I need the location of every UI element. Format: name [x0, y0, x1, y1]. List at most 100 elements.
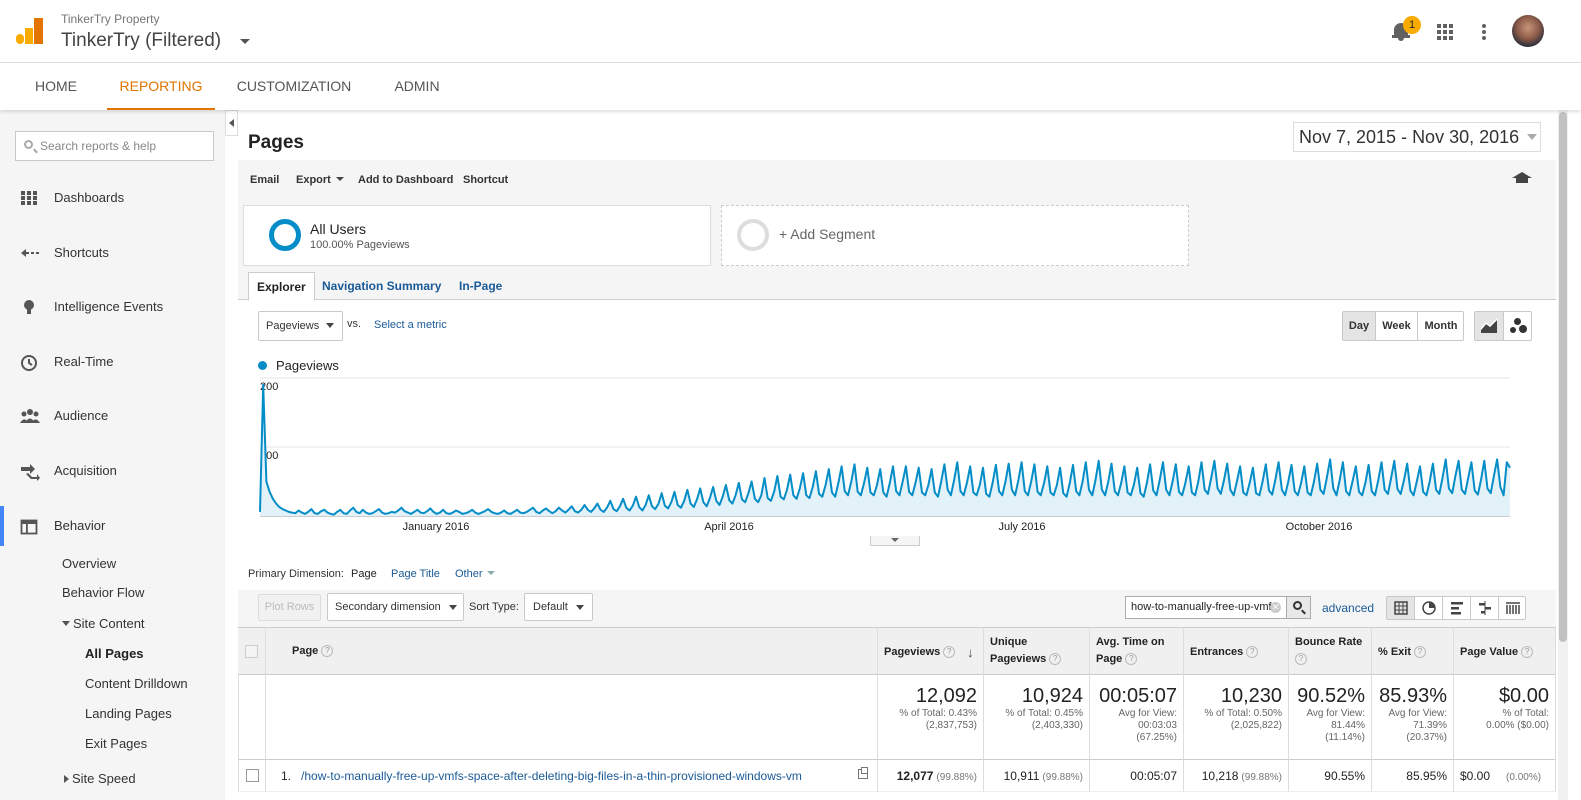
table-filter-input[interactable]: how-to-manually-free-up-vmfs [1125, 596, 1287, 619]
table-view-icon[interactable] [1387, 597, 1415, 619]
user-avatar[interactable] [1512, 15, 1544, 47]
chevron-down-icon[interactable] [576, 605, 584, 610]
sidebar-sub-exit-pages[interactable]: Exit Pages [85, 736, 147, 751]
select-metric-link[interactable]: Select a metric [374, 319, 447, 331]
page-link[interactable]: /how-to-manually-free-up-vmfs-space-afte… [301, 769, 802, 783]
notification-badge[interactable]: 1 [1403, 16, 1421, 34]
line-chart-icon[interactable] [1475, 312, 1504, 340]
row-checkbox[interactable] [246, 769, 259, 782]
sidebar-item-shortcuts[interactable]: Shortcuts [0, 233, 225, 273]
graduation-cap-icon[interactable] [1512, 172, 1532, 184]
chart-type-toggle [1474, 311, 1532, 341]
pivot-view-icon[interactable] [1499, 597, 1527, 619]
chevron-down-icon[interactable] [240, 39, 250, 44]
help-icon[interactable]: ? [1246, 646, 1259, 659]
help-icon[interactable]: ? [321, 645, 334, 658]
column-header-exit[interactable]: % Exit? [1372, 627, 1454, 675]
lightbulb-icon [20, 299, 38, 315]
period-week-button[interactable]: Week [1376, 312, 1418, 340]
sidebar-sub-all-pages[interactable]: All Pages [85, 646, 144, 661]
export-button[interactable]: Export [296, 174, 344, 186]
total-caption: (2,403,330) [1031, 720, 1083, 731]
tab-home[interactable]: HOME [15, 63, 97, 110]
analytics-logo-icon[interactable] [16, 18, 44, 46]
date-range-picker[interactable]: Nov 7, 2015 - Nov 30, 2016 [1293, 122, 1541, 152]
sidebar-item-audience[interactable]: Audience [0, 396, 225, 436]
column-label: Pageviews [884, 646, 941, 658]
sidebar-item-intelligence-events[interactable]: Intelligence Events [0, 287, 225, 327]
scrollbar-thumb[interactable] [1559, 112, 1567, 642]
sidebar-item-acquisition[interactable]: Acquisition [0, 451, 225, 491]
sidebar-sub-content-drilldown[interactable]: Content Drilldown [85, 676, 188, 691]
table-row [238, 760, 266, 792]
help-icon[interactable]: ? [1414, 646, 1427, 659]
tab-explorer[interactable]: Explorer [248, 272, 315, 301]
period-day-button[interactable]: Day [1343, 312, 1376, 340]
plot-rows-button[interactable]: Plot Rows [258, 594, 321, 621]
total-caption: % of Total: 0.43% [899, 708, 977, 719]
tab-reporting[interactable]: REPORTING [107, 63, 215, 110]
total-caption: % of Total: 0.45% [1005, 708, 1083, 719]
column-label: Bounce Rate [1295, 636, 1363, 648]
search-button[interactable] [1286, 596, 1311, 619]
sidebar-sub-site-content[interactable]: Site Content [62, 616, 145, 631]
more-vert-icon[interactable] [1482, 24, 1486, 40]
collapse-sidebar-button[interactable] [225, 110, 238, 136]
column-header-avg-time[interactable]: Avg. Time on Page? [1090, 627, 1184, 675]
help-icon[interactable]: ? [1049, 653, 1062, 666]
open-in-new-icon[interactable] [858, 767, 868, 779]
sidebar-item-real-time[interactable]: Real-Time [0, 342, 225, 382]
advanced-filter-link[interactable]: advanced [1322, 601, 1374, 615]
add-segment-button[interactable]: + Add Segment [721, 205, 1189, 266]
email-button[interactable]: Email [250, 174, 279, 186]
search-box[interactable] [15, 131, 214, 161]
help-icon[interactable]: ? [1125, 653, 1138, 666]
sidebar-sub-landing-pages[interactable]: Landing Pages [85, 706, 172, 721]
comparison-view-icon[interactable] [1471, 597, 1499, 619]
tab-customization[interactable]: CUSTOMIZATION [225, 63, 363, 110]
motion-chart-icon[interactable] [1504, 312, 1532, 340]
chevron-down-icon[interactable] [326, 323, 334, 328]
help-icon[interactable]: ? [1521, 646, 1534, 659]
tab-in-page[interactable]: In-Page [459, 272, 502, 300]
column-header-bounce-rate[interactable]: Bounce Rate? [1289, 627, 1372, 675]
sort-descending-icon[interactable]: ↓ [967, 644, 974, 661]
segment-all-users[interactable]: All Users 100.00% Pageviews [243, 205, 711, 266]
total-caption: (20.37%) [1406, 732, 1447, 743]
help-icon[interactable]: ? [943, 646, 956, 659]
sidebar-sub-overview[interactable]: Overview [62, 556, 116, 571]
search-input[interactable] [40, 132, 210, 160]
tab-navigation-summary[interactable]: Navigation Summary [322, 272, 441, 300]
column-header-entrances[interactable]: Entrances? [1184, 627, 1289, 675]
column-header-pageviews[interactable]: Pageviews? ↓ [878, 627, 984, 675]
sidebar-item-label: Real-Time [54, 354, 114, 369]
dimension-page[interactable]: Page [351, 568, 377, 580]
chevron-down-icon[interactable] [449, 605, 457, 610]
expand-chart-handle[interactable] [870, 536, 920, 546]
shortcut-button[interactable]: Shortcut [463, 174, 508, 186]
chevron-down-icon[interactable] [1527, 134, 1537, 140]
total-value: 90.52% [1297, 685, 1365, 707]
column-header-page[interactable]: Page? [266, 627, 878, 675]
sidebar-item-behavior[interactable]: Behavior [0, 506, 225, 546]
performance-view-icon[interactable] [1443, 597, 1471, 619]
dimension-other[interactable]: Other [455, 568, 495, 580]
dimension-page-title[interactable]: Page Title [391, 568, 440, 580]
tab-admin[interactable]: ADMIN [377, 63, 457, 110]
pie-view-icon[interactable] [1415, 597, 1443, 619]
sidebar-sub-behavior-flow[interactable]: Behavior Flow [62, 585, 144, 600]
help-icon[interactable]: ? [1295, 653, 1307, 666]
secondary-dimension-select[interactable]: Secondary dimension [327, 593, 464, 621]
add-to-dashboard-button[interactable]: Add to Dashboard [358, 174, 453, 186]
period-month-button[interactable]: Month [1418, 312, 1464, 340]
select-all-checkbox[interactable] [245, 645, 258, 658]
column-header-page-value[interactable]: Page Value? [1454, 627, 1556, 675]
column-header-unique-pageviews[interactable]: Unique Pageviews? [984, 627, 1090, 675]
sidebar-sub-site-speed[interactable]: Site Speed [64, 771, 136, 786]
sidebar-item-dashboards[interactable]: Dashboards [0, 178, 225, 218]
total-value: 12,092 [915, 685, 977, 707]
clear-icon[interactable]: ✕ [1270, 602, 1281, 613]
property-selector[interactable]: TinkerTry (Filtered) [61, 30, 221, 52]
column-label: Avg. Time on [1096, 636, 1165, 648]
apps-grid-icon[interactable] [1437, 24, 1453, 40]
